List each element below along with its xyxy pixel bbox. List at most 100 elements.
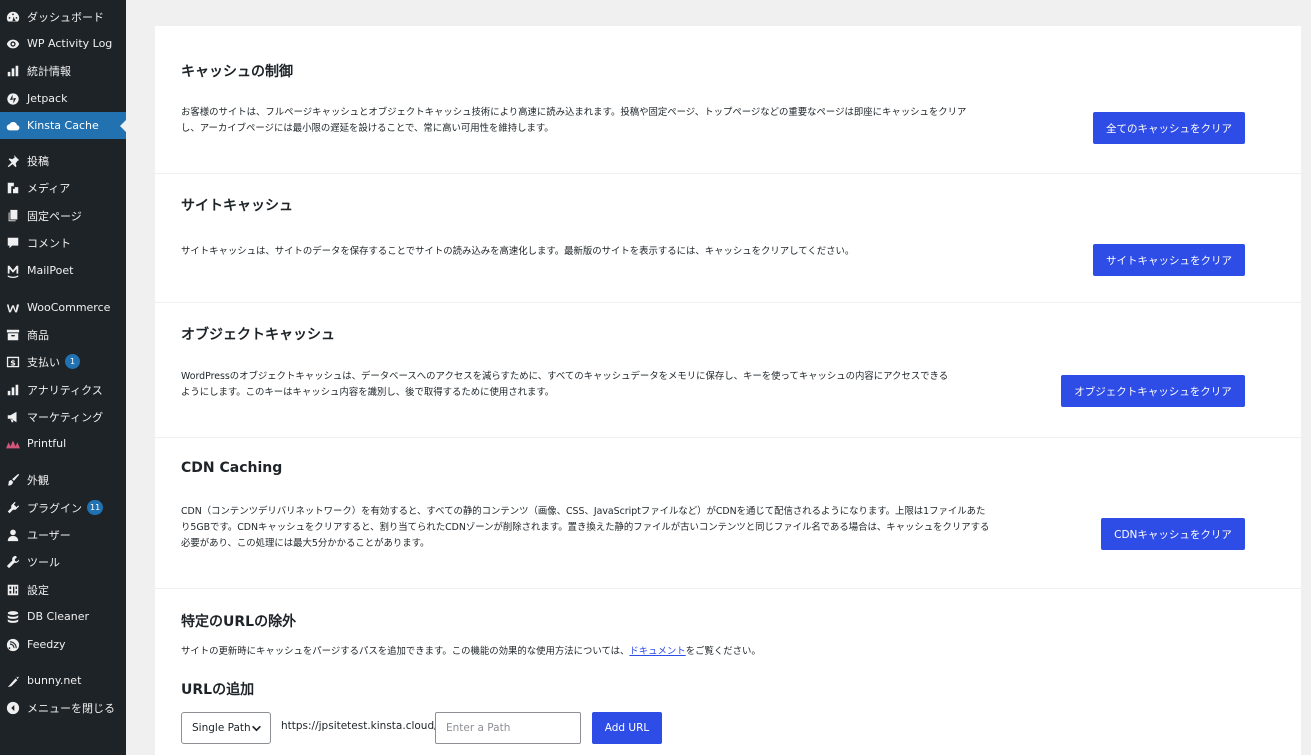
plugins-update-badge: 11	[87, 500, 104, 515]
sidebar-item-label: Feedzy	[27, 638, 66, 651]
carrot-icon	[5, 673, 21, 689]
sidebar-item-appearance[interactable]: 外観	[0, 466, 126, 493]
sidebar-item-tools[interactable]: ツール	[0, 548, 126, 575]
cdn-cache-title: CDN Caching	[181, 460, 283, 476]
sidebar-item-analytics[interactable]: アナリティクス	[0, 376, 126, 403]
url-exclusion-description: サイトの更新時にキャッシュをパージするパスを追加できます。この機能の効果的な使用…	[181, 646, 761, 657]
sidebar-item-label: メニューを閉じる	[27, 701, 115, 715]
sidebar-item-label: 外観	[27, 473, 49, 487]
brush-icon	[5, 472, 21, 488]
svg-text:$: $	[10, 358, 15, 367]
sidebar-item-products[interactable]: 商品	[0, 321, 126, 348]
collapse-icon	[5, 700, 21, 716]
sidebar-item-printful[interactable]: Printful	[0, 430, 126, 457]
add-url-title: URLの追加	[181, 682, 255, 698]
sidebar-item-bunny-net[interactable]: bunny.net	[0, 667, 126, 694]
sidebar-item-label: マーケティング	[27, 410, 104, 424]
sidebar-item-db-cleaner[interactable]: DB Cleaner	[0, 603, 126, 630]
sidebar-item-media[interactable]: メディア	[0, 174, 126, 201]
path-type-select[interactable]: Single Path	[181, 712, 271, 744]
object-cache-description: WordPressのオブジェクトキャッシュは、データベースへのアクセスを減らすた…	[181, 371, 949, 398]
sidebar-item-payments[interactable]: $ 支払い 1	[0, 348, 126, 375]
sidebar-item-label: 商品	[27, 328, 49, 342]
archive-icon	[5, 327, 21, 343]
url-prefix: https://jpsitetest.kinsta.cloud/	[281, 720, 438, 732]
sidebar-item-woocommerce[interactable]: WooCommerce	[0, 294, 126, 321]
collapse-menu-button[interactable]: メニューを閉じる	[0, 694, 126, 721]
sidebar-item-wp-activity-log[interactable]: WP Activity Log	[0, 30, 126, 57]
wrench-icon	[5, 554, 21, 570]
cache-control-title: キャッシュの制御	[181, 64, 293, 80]
sidebar-item-settings[interactable]: 設定	[0, 576, 126, 603]
plugin-icon	[5, 500, 21, 516]
site-cache-title: サイトキャッシュ	[181, 198, 293, 214]
sidebar-item-dashboard[interactable]: ダッシュボード	[0, 3, 126, 30]
settings-icon	[5, 582, 21, 598]
cdn-cache-description: CDN（コンテンツデリバリネットワーク）を有効すると、すべての静的コンテンツ（画…	[181, 506, 990, 549]
cache-control-description: お客様のサイトは、フルページキャッシュとオブジェクトキャッシュ技術により高速に読…	[181, 107, 967, 134]
dashboard-icon	[5, 9, 21, 25]
url-exclusion-title: 特定のURLの除外	[181, 614, 297, 630]
media-icon	[5, 180, 21, 196]
path-type-value: Single Path	[192, 722, 251, 734]
database-icon	[5, 609, 21, 625]
sidebar-item-jetpack[interactable]: Jetpack	[0, 85, 126, 112]
sidebar-item-label: ダッシュボード	[27, 10, 104, 24]
sidebar-item-pages[interactable]: 固定ページ	[0, 202, 126, 229]
chevron-down-icon	[252, 725, 261, 732]
printful-icon	[5, 436, 21, 452]
woocommerce-icon	[5, 300, 21, 316]
sidebar-item-label: 投稿	[27, 154, 49, 168]
add-url-button[interactable]: Add URL	[592, 712, 662, 744]
analytics-icon	[5, 382, 21, 398]
sidebar-item-posts[interactable]: 投稿	[0, 147, 126, 174]
mailpoet-icon	[5, 263, 21, 279]
sidebar-item-label: プラグイン	[27, 501, 82, 515]
sidebar-item-feedzy[interactable]: Feedzy	[0, 631, 126, 658]
sidebar-item-label: 支払い	[27, 355, 60, 369]
path-input-placeholder: Enter a Path	[446, 722, 511, 734]
jetpack-icon	[5, 91, 21, 107]
sidebar-item-label: メディア	[27, 181, 71, 195]
sidebar-item-label: DB Cleaner	[27, 610, 90, 623]
site-cache-section: サイトキャッシュ サイトキャッシュは、サイトのデータを保存することでサイトの読み…	[155, 174, 1301, 303]
kinsta-cache-panel: キャッシュの制御 お客様のサイトは、フルページキャッシュとオブジェクトキャッシュ…	[155, 26, 1301, 755]
sidebar-item-label: 統計情報	[27, 64, 71, 78]
sidebar-item-plugins[interactable]: プラグイン 11	[0, 494, 126, 521]
admin-sidebar: ダッシュボード WP Activity Log 統計情報 Jetpack Kin…	[0, 0, 126, 755]
path-input[interactable]: Enter a Path	[435, 712, 581, 744]
site-cache-description: サイトキャッシュは、サイトのデータを保存することでサイトの読み込みを高速化します…	[181, 246, 855, 257]
sidebar-item-label: 固定ページ	[27, 209, 82, 223]
sidebar-item-label: MailPoet	[27, 264, 74, 277]
eye-icon	[5, 36, 21, 52]
clear-cdn-cache-button[interactable]: CDNキャッシュをクリア	[1101, 518, 1245, 550]
bar-chart-icon	[5, 63, 21, 79]
object-cache-section: オブジェクトキャッシュ WordPressのオブジェクトキャッシュは、データベー…	[155, 303, 1301, 438]
sidebar-item-marketing[interactable]: マーケティング	[0, 403, 126, 430]
sidebar-item-users[interactable]: ユーザー	[0, 521, 126, 548]
sidebar-item-kinsta-cache[interactable]: Kinsta Cache	[0, 112, 126, 139]
documentation-link[interactable]: ドキュメント	[629, 646, 685, 657]
clear-object-cache-button[interactable]: オブジェクトキャッシュをクリア	[1061, 375, 1245, 407]
sidebar-item-label: ユーザー	[27, 528, 71, 542]
comment-icon	[5, 235, 21, 251]
clear-site-cache-button[interactable]: サイトキャッシュをクリア	[1093, 244, 1245, 276]
dollar-icon: $	[5, 354, 21, 370]
sidebar-item-label: アナリティクス	[27, 383, 103, 397]
cdn-cache-section: CDN Caching CDN（コンテンツデリバリネットワーク）を有効すると、す…	[155, 438, 1301, 589]
sidebar-item-stats[interactable]: 統計情報	[0, 57, 126, 84]
pages-icon	[5, 208, 21, 224]
clear-all-cache-button[interactable]: 全てのキャッシュをクリア	[1093, 112, 1245, 144]
object-cache-title: オブジェクトキャッシュ	[181, 327, 335, 343]
cache-control-section: キャッシュの制御 お客様のサイトは、フルページキャッシュとオブジェクトキャッシュ…	[155, 26, 1301, 174]
pin-icon	[5, 153, 21, 169]
sidebar-item-label: コメント	[27, 236, 71, 250]
sidebar-item-comments[interactable]: コメント	[0, 229, 126, 256]
megaphone-icon	[5, 409, 21, 425]
rss-icon	[5, 637, 21, 653]
cloud-icon	[5, 118, 21, 134]
sidebar-item-label: 設定	[27, 583, 49, 597]
user-icon	[5, 527, 21, 543]
sidebar-item-label: Jetpack	[27, 92, 68, 105]
sidebar-item-mailpoet[interactable]: MailPoet	[0, 257, 126, 284]
